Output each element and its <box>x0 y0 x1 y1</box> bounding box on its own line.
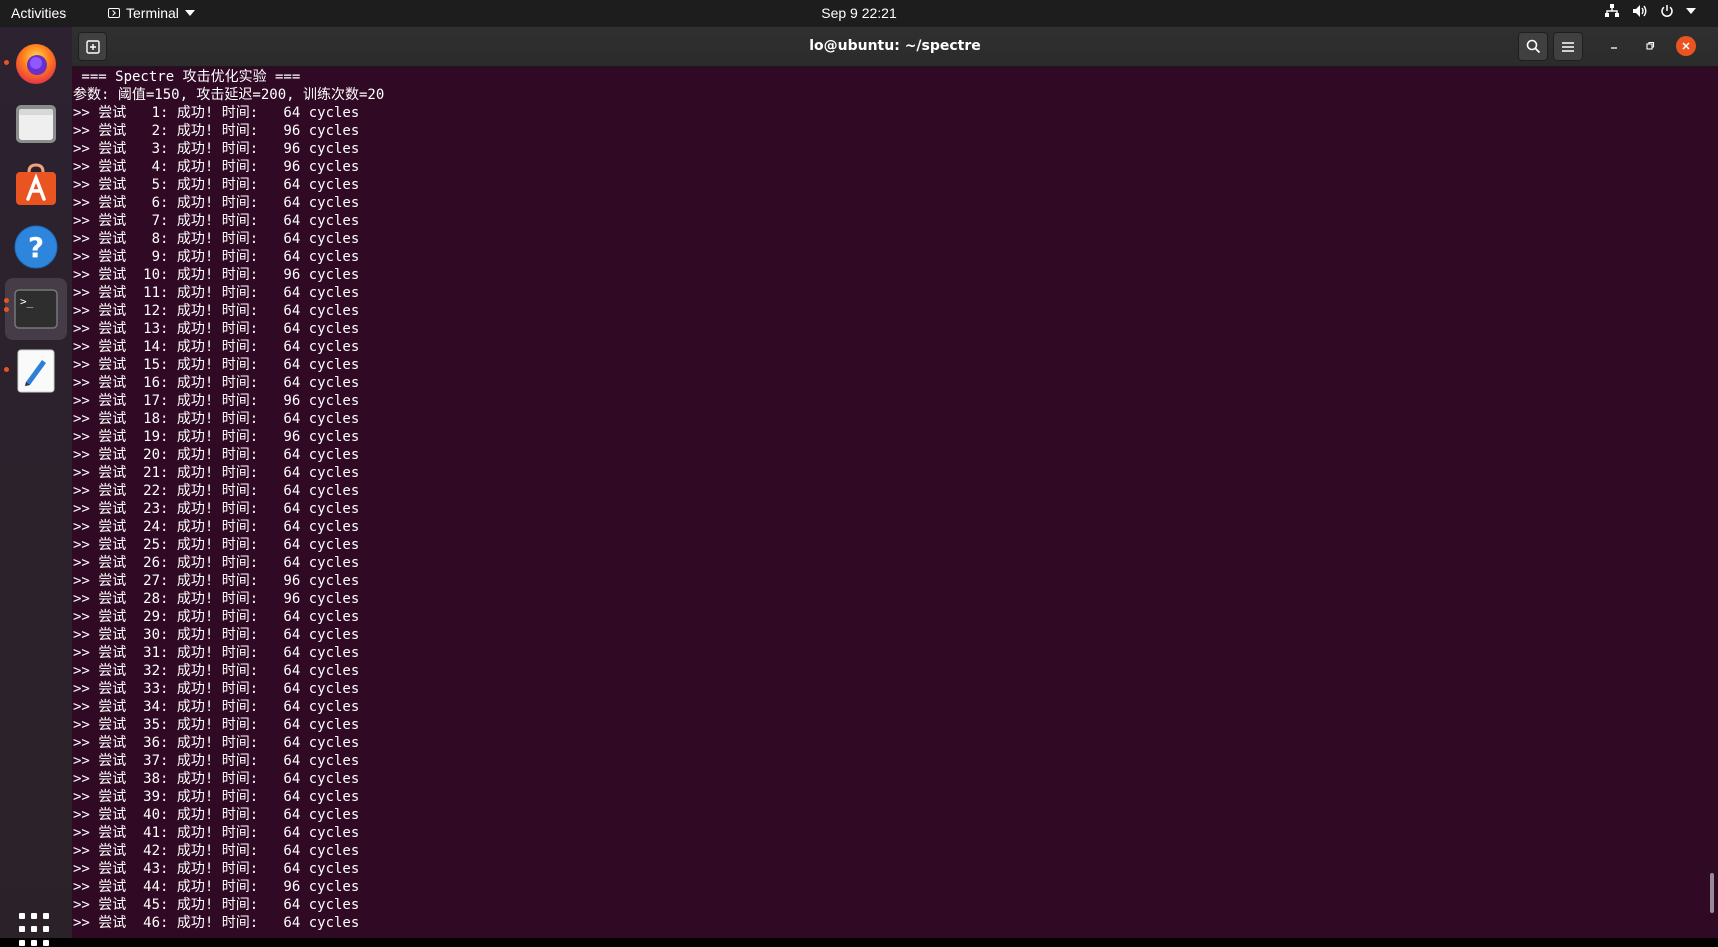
terminal-line: >> 尝试 7: 成功! 时间: 64 cycles <box>73 213 360 229</box>
minimize-icon <box>1611 47 1617 49</box>
terminal-line: >> 尝试 4: 成功! 时间: 96 cycles <box>73 159 360 175</box>
terminal-line: === Spectre 攻击优化实验 === <box>73 69 301 85</box>
terminal-line: >> 尝试 37: 成功! 时间: 64 cycles <box>73 753 360 769</box>
terminal-window: lo@ubuntu: ~/spectre === Spectre 攻击优化实验 … <box>72 27 1718 938</box>
terminal-line: >> 尝试 28: 成功! 时间: 96 cycles <box>73 591 360 607</box>
terminal-line: >> 尝试 8: 成功! 时间: 64 cycles <box>73 231 360 247</box>
ubuntu-software-icon <box>16 163 56 205</box>
terminal-line: >> 尝试 20: 成功! 时间: 64 cycles <box>73 447 360 463</box>
terminal-line: >> 尝试 41: 成功! 时间: 64 cycles <box>73 825 360 841</box>
chevron-down-icon <box>184 10 195 16</box>
terminal-line: >> 尝试 34: 成功! 时间: 64 cycles <box>73 699 360 715</box>
terminal-text: === Spectre 攻击优化实验 === 参数: 阈值=150, 攻击延迟=2… <box>73 68 384 932</box>
terminal-line: >> 尝试 16: 成功! 时间: 64 cycles <box>73 375 360 391</box>
new-tab-icon <box>85 39 100 54</box>
firefox-icon <box>16 44 56 84</box>
clock[interactable]: Sep 9 22:21 <box>0 5 1718 21</box>
terminal-line: 参数: 阈值=150, 攻击延迟=200, 训练次数=20 <box>73 87 385 103</box>
volume-icon <box>1632 4 1648 18</box>
terminal-line: >> 尝试 1: 成功! 时间: 64 cycles <box>73 105 360 121</box>
terminal-line: >> 尝试 32: 成功! 时间: 64 cycles <box>73 663 360 679</box>
terminal-line: >> 尝试 44: 成功! 时间: 96 cycles <box>73 879 360 895</box>
app-menu[interactable]: Terminal <box>108 5 195 21</box>
dock-item-ubuntu-software[interactable] <box>5 154 67 216</box>
search-icon <box>1526 39 1540 54</box>
power-icon <box>1660 4 1674 18</box>
terminal-line: >> 尝试 46: 成功! 时间: 64 cycles <box>73 915 360 931</box>
dock-item-help[interactable]: ? <box>5 216 67 278</box>
terminal-line: >> 尝试 30: 成功! 时间: 64 cycles <box>73 627 360 643</box>
chevron-down-icon <box>1686 8 1696 14</box>
terminal-line: >> 尝试 45: 成功! 时间: 64 cycles <box>73 897 360 913</box>
terminal-line: >> 尝试 9: 成功! 时间: 64 cycles <box>73 249 360 265</box>
terminal-line: >> 尝试 14: 成功! 时间: 64 cycles <box>73 339 360 355</box>
activities-button[interactable]: Activities <box>11 5 66 21</box>
svg-text:?: ? <box>28 231 44 264</box>
terminal-line: >> 尝试 23: 成功! 时间: 64 cycles <box>73 501 360 517</box>
terminal-line: >> 尝试 33: 成功! 时间: 64 cycles <box>73 681 360 697</box>
terminal-line: >> 尝试 5: 成功! 时间: 64 cycles <box>73 177 360 193</box>
terminal-line: >> 尝试 13: 成功! 时间: 64 cycles <box>73 321 360 337</box>
dock-item-text-editor[interactable] <box>5 340 67 402</box>
terminal-line: >> 尝试 11: 成功! 时间: 64 cycles <box>73 285 360 301</box>
show-applications-button[interactable] <box>19 913 53 947</box>
terminal-line: >> 尝试 22: 成功! 时间: 64 cycles <box>73 483 360 499</box>
svg-text:>_: >_ <box>20 295 34 308</box>
terminal-line: >> 尝试 19: 成功! 时间: 96 cycles <box>73 429 360 445</box>
terminal-line: >> 尝试 24: 成功! 时间: 64 cycles <box>73 519 360 535</box>
maximize-button[interactable] <box>1640 36 1660 56</box>
terminal-line: >> 尝试 10: 成功! 时间: 96 cycles <box>73 267 360 283</box>
terminal-line: >> 尝试 3: 成功! 时间: 96 cycles <box>73 141 360 157</box>
terminal-line: >> 尝试 21: 成功! 时间: 64 cycles <box>73 465 360 481</box>
terminal-line: >> 尝试 25: 成功! 时间: 64 cycles <box>73 537 360 553</box>
terminal-line: >> 尝试 43: 成功! 时间: 64 cycles <box>73 861 360 877</box>
text-editor-icon <box>17 349 55 393</box>
dock-item-terminal[interactable]: >_ <box>5 278 67 340</box>
header-bar: lo@ubuntu: ~/spectre <box>72 27 1718 67</box>
terminal-output[interactable]: === Spectre 攻击优化实验 === 参数: 阈值=150, 攻击延迟=2… <box>72 67 1718 938</box>
terminal-line: >> 尝试 36: 成功! 时间: 64 cycles <box>73 735 360 751</box>
dock-item-firefox[interactable] <box>5 32 67 94</box>
top-bar: Activities Terminal Sep 9 22:21 <box>0 0 1718 27</box>
terminal-line: >> 尝试 38: 成功! 时间: 64 cycles <box>73 771 360 787</box>
terminal-line: >> 尝试 39: 成功! 时间: 64 cycles <box>73 789 360 805</box>
close-button[interactable] <box>1676 36 1696 56</box>
terminal-icon <box>108 8 120 18</box>
terminal-line: >> 尝试 6: 成功! 时间: 64 cycles <box>73 195 360 211</box>
terminal-line: >> 尝试 40: 成功! 时间: 64 cycles <box>73 807 360 823</box>
network-icon <box>1604 4 1620 18</box>
files-icon <box>16 105 56 143</box>
running-indicator <box>4 367 9 372</box>
terminal-line: >> 尝试 31: 成功! 时间: 64 cycles <box>73 645 360 661</box>
search-button[interactable] <box>1518 32 1548 61</box>
new-tab-button[interactable] <box>78 32 107 61</box>
running-indicator <box>4 307 9 312</box>
help-icon: ? <box>14 225 58 269</box>
close-icon <box>1682 42 1690 50</box>
terminal-line: >> 尝试 2: 成功! 时间: 96 cycles <box>73 123 360 139</box>
terminal-icon: >_ <box>14 289 58 329</box>
terminal-line: >> 尝试 15: 成功! 时间: 64 cycles <box>73 357 360 373</box>
menu-button[interactable] <box>1553 32 1583 61</box>
terminal-line: >> 尝试 18: 成功! 时间: 64 cycles <box>73 411 360 427</box>
terminal-line: >> 尝试 26: 成功! 时间: 64 cycles <box>73 555 360 571</box>
running-indicator <box>4 298 9 303</box>
restore-icon <box>1646 41 1655 50</box>
scrollbar[interactable] <box>1710 873 1714 913</box>
dock: ? >_ <box>0 27 72 946</box>
terminal-line: >> 尝试 12: 成功! 时间: 64 cycles <box>73 303 360 319</box>
system-tray[interactable] <box>1604 4 1696 18</box>
minimize-button[interactable] <box>1604 36 1624 56</box>
dock-item-files[interactable] <box>5 92 67 154</box>
window-title: lo@ubuntu: ~/spectre <box>809 38 981 54</box>
terminal-line: >> 尝试 27: 成功! 时间: 96 cycles <box>73 573 360 589</box>
hamburger-icon <box>1562 41 1574 52</box>
running-indicator <box>4 60 9 65</box>
terminal-line: >> 尝试 42: 成功! 时间: 64 cycles <box>73 843 360 859</box>
terminal-line: >> 尝试 35: 成功! 时间: 64 cycles <box>73 717 360 733</box>
terminal-line: >> 尝试 17: 成功! 时间: 96 cycles <box>73 393 360 409</box>
app-menu-label: Terminal <box>126 5 179 21</box>
terminal-line: >> 尝试 29: 成功! 时间: 64 cycles <box>73 609 360 625</box>
